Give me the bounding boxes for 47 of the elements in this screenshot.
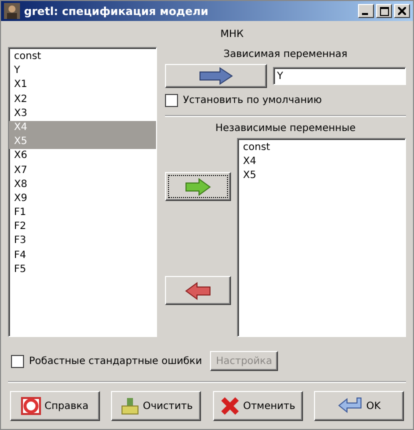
checkbox[interactable] xyxy=(11,354,24,368)
variable-item[interactable]: X9 xyxy=(9,192,156,206)
minimize-button[interactable] xyxy=(358,4,374,18)
dialog-button[interactable]: Очистить xyxy=(111,391,202,421)
maximize-icon xyxy=(380,6,388,16)
checkbox-label: Робастные стандартные ошибки xyxy=(29,356,202,366)
lifebuoy-icon xyxy=(21,397,42,415)
variable-item[interactable]: F3 xyxy=(9,234,156,249)
variable-item[interactable]: X7 xyxy=(9,164,156,178)
variable-item[interactable]: F1 xyxy=(9,206,156,220)
variable-item[interactable]: X3 xyxy=(9,106,156,121)
variable-item[interactable]: const xyxy=(238,141,405,156)
variable-list[interactable]: const Y X1 X2 X3 X4 X5 X6 X7 X8 X9 F1 F2 F3 F4 F5 xyxy=(8,47,157,337)
variable-item[interactable]: X6 xyxy=(9,149,156,164)
checkbox[interactable] xyxy=(165,94,178,107)
dependent-label: Зависимая переменная xyxy=(222,48,348,62)
maximize-button[interactable] xyxy=(376,4,392,18)
window-title: gretl: спецификация модели xyxy=(24,4,210,18)
independent-list[interactable]: const X4 X5 xyxy=(237,138,406,337)
independent-label: Независимые переменные xyxy=(214,122,357,136)
close-button[interactable] xyxy=(394,4,410,18)
arrow-right-icon xyxy=(185,178,211,196)
dialog-button[interactable]: Отменить xyxy=(212,391,303,421)
arrow-right-icon xyxy=(199,67,233,85)
variable-item[interactable]: const xyxy=(9,50,156,64)
variable-item[interactable]: F2 xyxy=(9,220,156,234)
dialog-button[interactable]: OK xyxy=(314,391,404,421)
add-button[interactable] xyxy=(165,172,231,201)
remove-button[interactable] xyxy=(165,276,231,305)
variable-item[interactable]: X5 xyxy=(238,169,405,184)
cross-icon xyxy=(220,397,240,415)
variable-item[interactable]: F5 xyxy=(9,262,156,277)
dependent-field[interactable]: Y xyxy=(273,67,406,85)
estimator-label: МНК xyxy=(219,28,245,42)
arrow-left-icon xyxy=(185,282,211,300)
variable-item[interactable]: X4 xyxy=(238,155,405,170)
variable-item[interactable]: X2 xyxy=(9,92,156,107)
close-icon xyxy=(398,7,406,15)
app-icon xyxy=(4,3,20,19)
variable-item[interactable]: X1 xyxy=(9,78,156,93)
variable-item[interactable]: F4 xyxy=(9,248,156,263)
checkbox-label: Установить по умолчанию xyxy=(183,95,322,106)
variable-item[interactable]: X8 xyxy=(9,178,156,192)
return-arrow-icon xyxy=(337,397,364,415)
dialog-button[interactable]: Справка xyxy=(10,391,100,421)
variable-item[interactable]: Y xyxy=(9,64,156,78)
set-dependent-button[interactable] xyxy=(165,64,267,88)
